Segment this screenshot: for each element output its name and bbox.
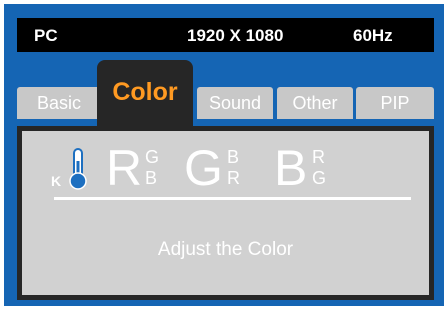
channel-g-bottom: R (227, 168, 240, 188)
tab-basic[interactable]: Basic (17, 87, 101, 119)
tab-sound[interactable]: Sound (197, 87, 273, 119)
status-bar: PC 1920 X 1080 60Hz (17, 18, 434, 52)
channel-g-top: B (227, 147, 240, 167)
tab-pip[interactable]: PIP (356, 87, 434, 119)
color-panel: K R G B G B R B R G Adjust the Color (17, 126, 434, 300)
channel-r-bottom: B (145, 168, 158, 188)
color-temperature-label: K (51, 173, 62, 189)
resolution: 1920 X 1080 (187, 26, 284, 45)
channel-g-main[interactable]: G (184, 143, 223, 193)
panel-caption: Adjust the Color (157, 239, 294, 260)
tab-color[interactable]: Color (97, 60, 193, 130)
channel-b-main[interactable]: B (274, 143, 307, 193)
channel-r-top: G (145, 147, 160, 167)
input-source: PC (34, 26, 58, 45)
refresh-rate: 60Hz (353, 26, 393, 45)
channel-r-main[interactable]: R (106, 143, 142, 193)
osd-menu: PC 1920 X 1080 60Hz Basic Sound Other PI… (4, 4, 444, 306)
channel-b-bottom: G (312, 168, 327, 188)
tab-other[interactable]: Other (277, 87, 353, 119)
divider (54, 197, 411, 200)
channel-b-top: R (312, 147, 325, 167)
thermometer-icon[interactable] (66, 147, 90, 196)
